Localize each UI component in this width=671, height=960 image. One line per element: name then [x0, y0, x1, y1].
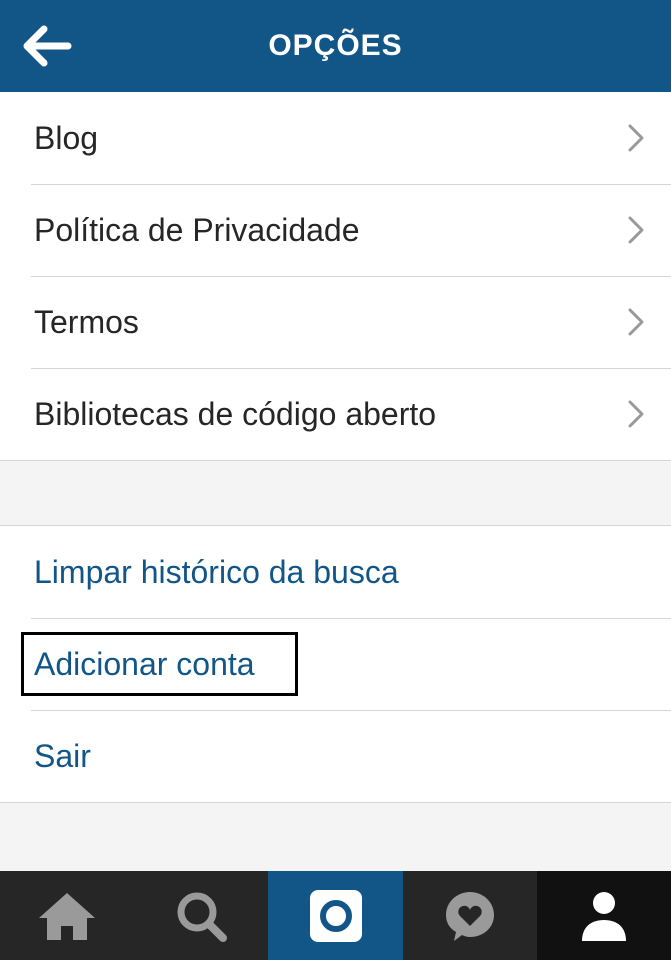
- list-item-label: Adicionar conta: [34, 646, 255, 682]
- tab-camera[interactable]: [268, 871, 403, 960]
- add-account-button[interactable]: Adicionar conta: [0, 618, 671, 710]
- clear-search-history-button[interactable]: Limpar histórico da busca: [0, 526, 671, 618]
- tab-activity[interactable]: [403, 871, 537, 960]
- tab-profile[interactable]: [536, 871, 671, 960]
- log-out-button[interactable]: Sair: [0, 710, 671, 802]
- camera-icon: [309, 889, 362, 942]
- info-list: Blog Política de Privacidade Termos Bibl…: [0, 92, 671, 461]
- chevron-right-icon: [628, 308, 644, 336]
- tab-search[interactable]: [134, 871, 268, 960]
- bottom-tab-bar: [0, 871, 671, 960]
- actions-list: Limpar histórico da busca Adicionar cont…: [0, 525, 671, 803]
- list-item-label: Bibliotecas de código aberto: [34, 396, 437, 432]
- list-item-privacy-policy[interactable]: Política de Privacidade: [0, 184, 671, 276]
- list-item-terms[interactable]: Termos: [0, 276, 671, 368]
- list-item-label: Política de Privacidade: [34, 212, 360, 248]
- list-item-blog[interactable]: Blog: [0, 92, 671, 184]
- page-title: OPÇÕES: [268, 29, 403, 62]
- profile-icon: [581, 891, 626, 941]
- chevron-right-icon: [628, 124, 644, 152]
- tab-home[interactable]: [0, 871, 134, 960]
- list-item-label: Blog: [34, 120, 99, 156]
- list-item-label: Termos: [34, 304, 139, 340]
- activity-heart-icon: [445, 891, 494, 941]
- list-item-open-source-libraries[interactable]: Bibliotecas de código aberto: [0, 368, 671, 460]
- chevron-right-icon: [628, 400, 644, 428]
- search-icon: [177, 892, 228, 942]
- list-item-label: Limpar histórico da busca: [34, 554, 399, 590]
- header-bar: OPÇÕES: [0, 0, 671, 92]
- list-item-label: Sair: [34, 738, 91, 774]
- chevron-right-icon: [628, 216, 644, 244]
- home-icon: [39, 892, 96, 940]
